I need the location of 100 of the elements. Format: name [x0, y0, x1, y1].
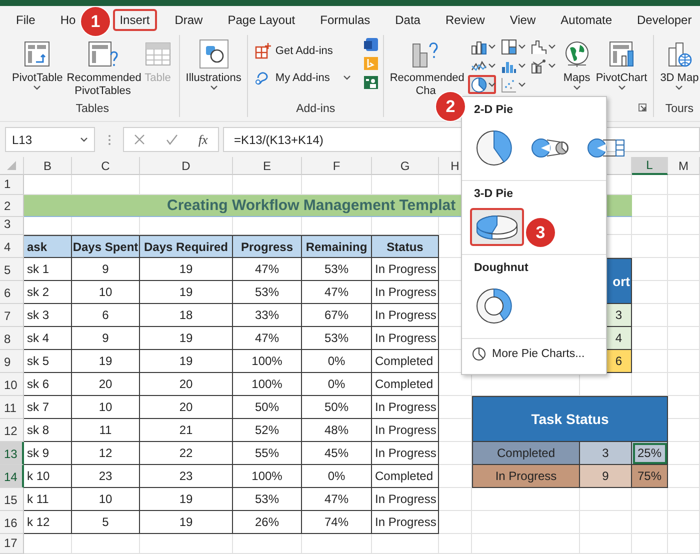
ribbon-button[interactable]: My Add-ins: [252, 68, 353, 88]
column-header[interactable]: M: [668, 157, 700, 175]
row-header[interactable]: 5: [0, 258, 24, 281]
ribbon-tab[interactable]: Draw: [168, 8, 210, 30]
column-header[interactable]: G: [372, 157, 439, 175]
table-cell: 9: [580, 465, 632, 488]
row-header[interactable]: 8: [0, 327, 24, 350]
column-header[interactable]: B: [24, 157, 72, 175]
ribbon-button[interactable]: Maps: [560, 35, 594, 91]
table-cell: 47%: [302, 281, 372, 304]
table-cell: 0%: [302, 465, 372, 488]
table-header-cell: Task Status: [472, 396, 668, 442]
table-cell[interactable]: 75%: [632, 465, 668, 488]
row-header[interactable]: 16: [0, 511, 24, 534]
insert-function-button[interactable]: fx: [198, 132, 208, 148]
table-cell: 20: [72, 373, 140, 396]
ribbon-tab[interactable]: View: [502, 8, 543, 30]
caret-icon: [80, 136, 88, 142]
column-header[interactable]: D: [140, 157, 233, 175]
row-header[interactable]: 14: [0, 465, 24, 488]
shapes-icon: [198, 39, 230, 69]
caret-icon: [548, 44, 556, 50]
table-cell: sk 2: [24, 281, 72, 304]
table-cell: 9: [72, 258, 140, 281]
table-cell: k 11: [24, 488, 72, 511]
cancel-icon: [134, 134, 146, 145]
table-cell: 3: [580, 442, 632, 465]
hierarchy-chart-icon: [500, 38, 517, 54]
row-header[interactable]: 2: [0, 195, 24, 217]
table-cell[interactable]: 25%: [632, 442, 668, 465]
table-cell: In Progress: [372, 442, 439, 465]
table-cell: sk 1: [24, 258, 72, 281]
ribbon-tab[interactable]: Review: [438, 8, 492, 30]
table-header-cell: Remaining: [302, 235, 372, 258]
row-header[interactable]: 9: [0, 350, 24, 373]
ribbon-tab[interactable]: Developer: [630, 8, 699, 30]
table-cell: 50%: [233, 396, 302, 419]
row-header[interactable]: 4: [0, 235, 24, 258]
group-label: Tours: [665, 102, 694, 114]
table-header-cell: Days Required: [140, 235, 233, 258]
step-number-badge: 1: [81, 7, 110, 36]
column-header[interactable]: E: [233, 157, 302, 175]
table-cell: In Progress: [372, 488, 439, 511]
ribbon-tab[interactable]: Automate: [554, 8, 620, 30]
column-header[interactable]: C: [72, 157, 140, 175]
chart-option-button[interactable]: [470, 208, 524, 246]
column-header[interactable]: L: [632, 157, 668, 175]
table-cell: 6: [72, 304, 140, 327]
table-cell: sk 8: [24, 419, 72, 442]
ribbon-button[interactable]: Illustrations: [184, 35, 244, 91]
row-header[interactable]: 1: [0, 175, 24, 195]
column-header[interactable]: F: [302, 157, 372, 175]
row-header[interactable]: 12: [0, 419, 24, 442]
table-cell: k 10: [24, 465, 72, 488]
ribbon-tab[interactable]: Ho: [53, 8, 83, 30]
table-cell: 9: [72, 327, 140, 350]
ribbon-tab[interactable]: Formulas: [313, 8, 378, 30]
table-cell: 47%: [233, 327, 302, 350]
table-cell: 100%: [233, 350, 302, 373]
row-header[interactable]: 17: [0, 534, 24, 554]
app-icon: [362, 75, 379, 90]
table-cell: 10: [72, 488, 140, 511]
ribbon-button[interactable]: Recommended PivotTables: [64, 35, 141, 98]
row-header[interactable]: 11: [0, 396, 24, 419]
group-label: Tables: [76, 102, 109, 114]
row-header[interactable]: 13: [0, 442, 24, 465]
ribbon-tab[interactable]: File: [9, 8, 42, 30]
row-header[interactable]: 6: [0, 281, 24, 304]
row-header[interactable]: 10: [0, 373, 24, 396]
name-box[interactable]: L13: [5, 127, 95, 152]
row-header[interactable]: 7: [0, 304, 24, 327]
table-cell: In Progress: [372, 419, 439, 442]
app-icon: [362, 37, 379, 52]
table-cell: Completed: [372, 465, 439, 488]
caret-icon: [488, 44, 496, 50]
column-chart-icon: [470, 38, 487, 54]
pie-outline-icon: [472, 347, 486, 361]
ribbon-button[interactable]: Get Add-ins: [252, 41, 353, 61]
group-label: Add-ins: [296, 102, 336, 114]
table-cell: 19: [140, 511, 233, 534]
table-cell: Completed: [372, 373, 439, 396]
chart-type-button[interactable]: [468, 75, 496, 94]
caret-icon: [488, 62, 496, 68]
add-in-grid-icon: [254, 42, 272, 60]
ribbon-button[interactable]: 3D Map: [658, 35, 700, 91]
table-cell: 23: [72, 465, 140, 488]
table-cell: 12: [72, 442, 140, 465]
table-cell: 10: [72, 281, 140, 304]
table-cell: In Progress: [372, 511, 439, 534]
row-header[interactable]: 3: [0, 217, 24, 235]
ribbon-button[interactable]: PivotTable: [10, 35, 65, 91]
table-cell: sk 5: [24, 350, 72, 373]
ribbon-tab[interactable]: Page Layout: [220, 8, 302, 30]
table-cell: In Progress: [372, 396, 439, 419]
combo-chart-icon: [530, 58, 547, 74]
ribbon-tab[interactable]: Data: [388, 8, 428, 30]
row-header[interactable]: 15: [0, 488, 24, 511]
ribbon-button[interactable]: PivotChart: [594, 35, 650, 91]
table-cell: 55%: [233, 442, 302, 465]
ribbon-tab[interactable]: Insert: [112, 8, 157, 30]
